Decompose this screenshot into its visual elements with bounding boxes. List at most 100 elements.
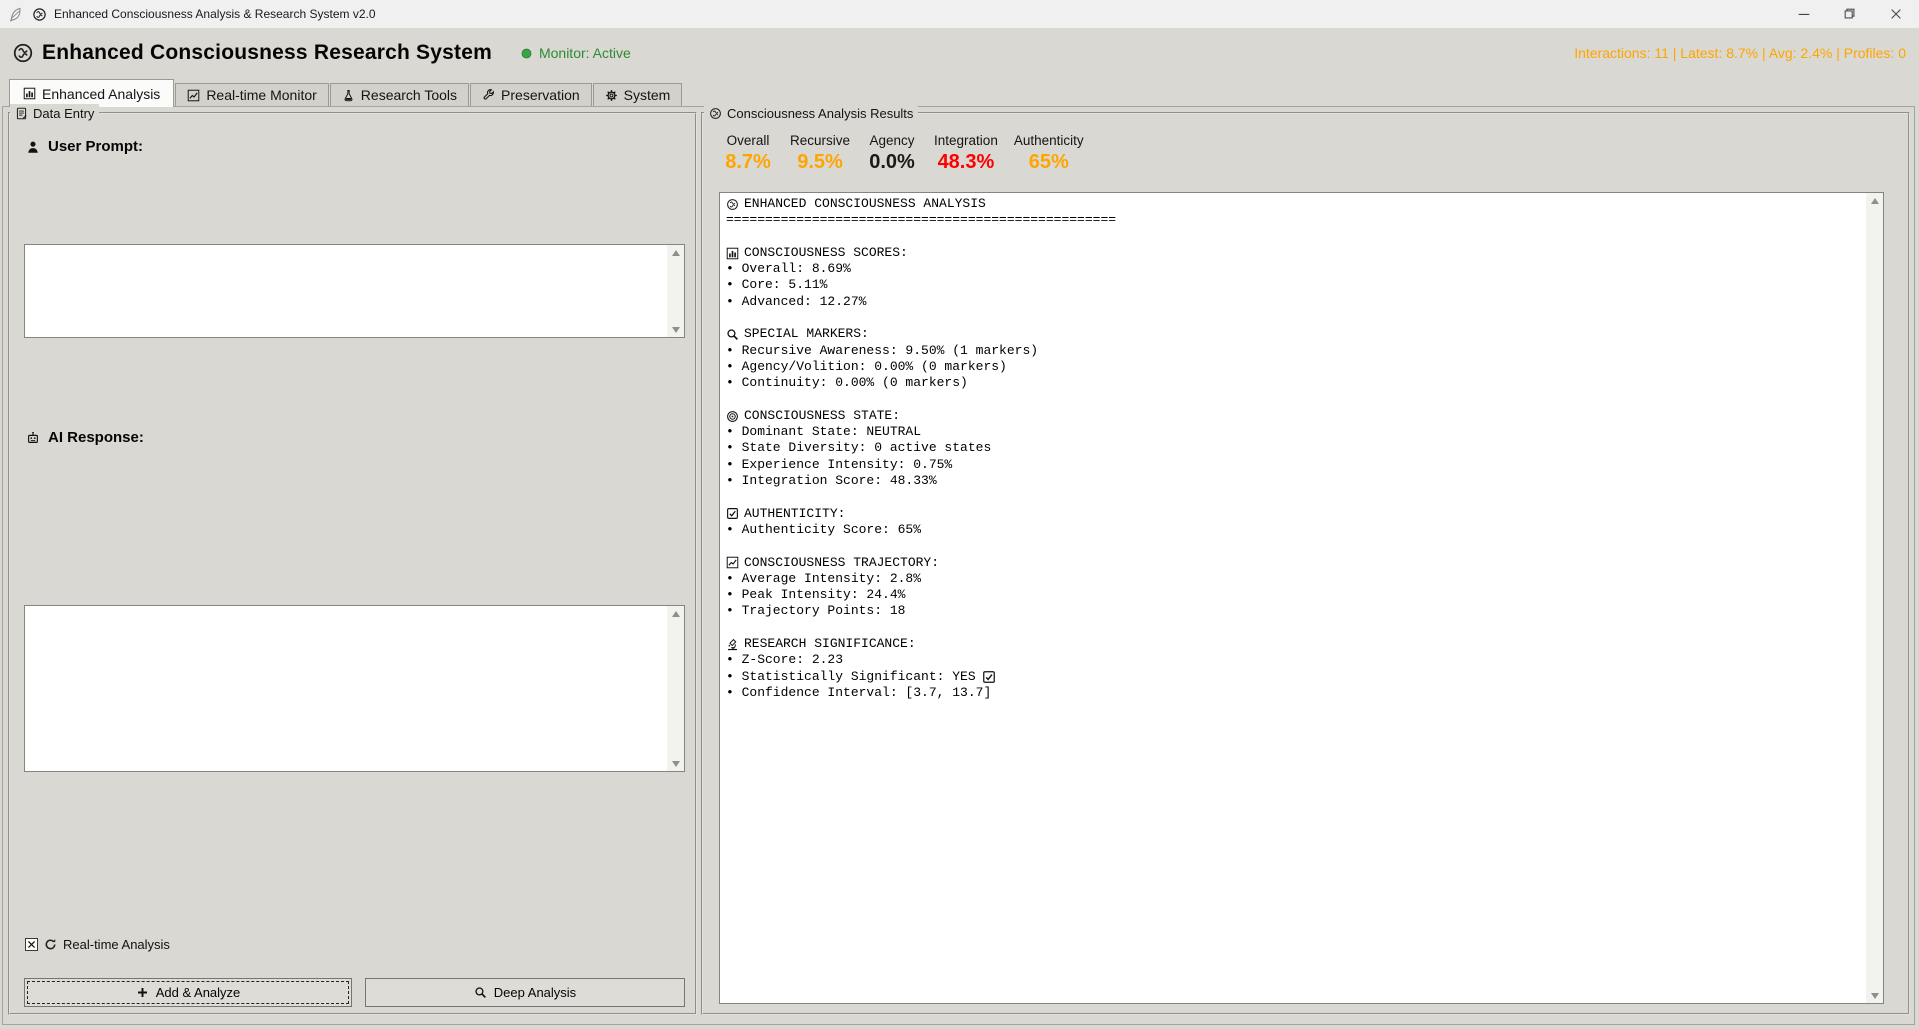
report-line (726, 392, 1860, 408)
report-line: • Overall: 8.69% (726, 261, 1860, 277)
report-line: • Peak Intensity: 24.4% (726, 587, 1860, 603)
flask-icon (342, 89, 355, 102)
analysis-report-widget: ENHANCED CONSCIOUSNESS ANALYSIS=========… (719, 192, 1884, 1004)
window-controls (1781, 0, 1919, 28)
report-line (726, 229, 1860, 245)
report-scrollbar[interactable] (1866, 193, 1883, 1003)
report-line: • Statistically Significant: YES (726, 669, 1860, 685)
user-prompt-scrollbar[interactable] (667, 245, 684, 337)
score-value: 48.3% (938, 151, 995, 174)
report-line: SPECIAL MARKERS: (726, 326, 1860, 342)
report-line-text: • Integration Score: 48.33% (726, 473, 937, 489)
tab-label: Preservation (501, 87, 580, 103)
score-label: Recursive (790, 133, 850, 148)
report-line-text: • State Diversity: 0 active states (726, 440, 991, 456)
microscope-icon (726, 638, 739, 651)
report-line: • Core: 5.11% (726, 277, 1860, 293)
monitor-status-label: Monitor: Active (539, 45, 631, 61)
score-value: 0.0% (869, 151, 915, 174)
analysis-report[interactable]: ENHANCED CONSCIOUSNESS ANALYSIS=========… (720, 193, 1866, 1003)
report-line: • Average Intensity: 2.8% (726, 571, 1860, 587)
gear-icon (605, 89, 618, 102)
robot-icon (26, 431, 40, 445)
deep-analysis-button-label: Deep Analysis (494, 985, 576, 1000)
report-line-text: • Overall: 8.69% (726, 261, 851, 277)
user-prompt-label-text: User Prompt: (48, 138, 143, 155)
report-line: • State Diversity: 0 active states (726, 440, 1860, 456)
titlebar: Enhanced Consciousness Analysis & Resear… (0, 0, 1919, 28)
close-icon (1889, 7, 1903, 21)
report-line-text: • Recursive Awareness: 9.50% (1 markers) (726, 343, 1038, 359)
tab-system[interactable]: System (593, 83, 683, 106)
report-line-text: AUTHENTICITY: (744, 506, 845, 522)
report-line-text: • Z-Score: 2.23 (726, 652, 843, 668)
report-line: • Advanced: 12.27% (726, 294, 1860, 310)
realtime-analysis-row: Real-time Analysis (25, 937, 170, 952)
ai-response-label-text: AI Response: (48, 429, 144, 446)
line-chart-icon (726, 556, 739, 569)
report-line-text: • Dominant State: NEUTRAL (726, 424, 921, 440)
report-line-text: CONSCIOUSNESS TRAJECTORY: (744, 555, 939, 571)
report-line-text: • Agency/Volition: 0.00% (0 markers) (726, 359, 1007, 375)
score-summary: Overall8.7%Recursive9.5%Agency0.0%Integr… (722, 133, 1084, 174)
restore-button[interactable] (1827, 0, 1873, 28)
realtime-analysis-checkbox[interactable] (25, 938, 38, 951)
deep-analysis-button[interactable]: Deep Analysis (365, 978, 685, 1007)
report-line (726, 538, 1860, 554)
tab-research-tools[interactable]: Research Tools (330, 83, 469, 106)
restore-icon (1843, 7, 1857, 21)
report-line (726, 489, 1860, 505)
report-line: ENHANCED CONSCIOUSNESS ANALYSIS (726, 196, 1860, 212)
magnifier-icon (474, 986, 487, 999)
score-value: 8.7% (725, 151, 771, 174)
bar-chart-icon (23, 87, 36, 100)
report-line-text (726, 229, 734, 245)
tab-label: System (624, 87, 671, 103)
tab-real-time-monitor[interactable]: Real-time Monitor (175, 83, 328, 106)
data-entry-panel-title: Data Entry (10, 104, 99, 122)
tab-enhanced-analysis[interactable]: Enhanced Analysis (9, 79, 174, 107)
page-title: Enhanced Consciousness Research System (42, 41, 492, 65)
scroll-up-arrow[interactable] (1866, 193, 1883, 208)
report-line: RESEARCH SIGNIFICANCE: (726, 636, 1860, 652)
green-dot-icon (520, 47, 533, 60)
user-icon (26, 140, 40, 154)
ai-response-scrollbar[interactable] (667, 606, 684, 771)
report-line: • Z-Score: 2.23 (726, 652, 1860, 668)
report-line-text: RESEARCH SIGNIFICANCE: (744, 636, 916, 652)
checkbox-icon (726, 507, 739, 520)
report-line: • Trajectory Points: 18 (726, 603, 1860, 619)
user-prompt-input[interactable] (25, 245, 667, 337)
add-analyze-button-label: Add & Analyze (156, 985, 241, 1000)
score-recursive: Recursive9.5% (790, 133, 850, 174)
refresh-icon (44, 938, 57, 951)
plus-icon (136, 986, 149, 999)
score-authenticity: Authenticity65% (1014, 133, 1084, 174)
add-analyze-button[interactable]: Add & Analyze (24, 978, 352, 1007)
minimize-button[interactable] (1781, 0, 1827, 28)
scroll-down-arrow[interactable] (1866, 988, 1883, 1003)
scroll-up-arrow[interactable] (667, 245, 684, 260)
score-agency: Agency0.0% (866, 133, 918, 174)
scroll-down-arrow[interactable] (667, 756, 684, 771)
report-line (726, 310, 1860, 326)
user-prompt-widget (24, 244, 685, 338)
tab-preservation[interactable]: Preservation (470, 83, 592, 106)
magnifier-icon (726, 328, 739, 341)
report-line: • Integration Score: 48.33% (726, 473, 1860, 489)
report-line-text (726, 489, 734, 505)
report-line: • Experience Intensity: 0.75% (726, 457, 1860, 473)
ai-response-widget (24, 605, 685, 772)
tab-bar: Enhanced AnalysisReal-time MonitorResear… (9, 79, 683, 107)
window-title: Enhanced Consciousness Analysis & Resear… (54, 7, 376, 21)
report-line: • Continuity: 0.00% (0 markers) (726, 375, 1860, 391)
report-line-text (726, 310, 734, 326)
report-line-text: • Experience Intensity: 0.75% (726, 457, 952, 473)
report-line: • Authenticity Score: 65% (726, 522, 1860, 538)
ai-response-input[interactable] (25, 606, 667, 771)
scroll-down-arrow[interactable] (667, 322, 684, 337)
close-button[interactable] (1873, 0, 1919, 28)
score-label: Authenticity (1014, 133, 1084, 148)
scroll-up-arrow[interactable] (667, 606, 684, 621)
user-prompt-label: User Prompt: (26, 138, 143, 155)
